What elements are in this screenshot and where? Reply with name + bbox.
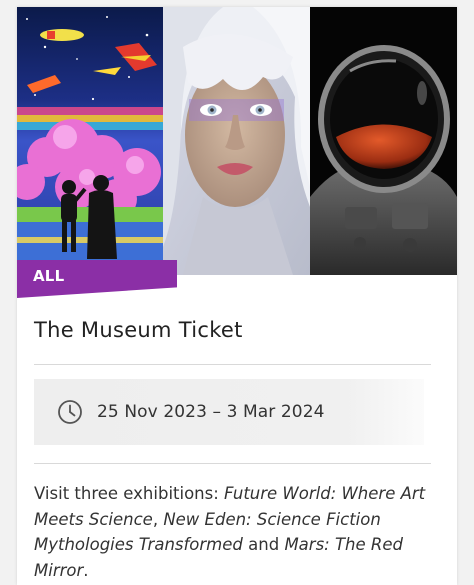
mars-image[interactable] [310,7,457,275]
event-title[interactable]: The Museum Ticket [34,318,243,342]
exhibition-card[interactable]: ALL EXHIBITIONS The Museum Ticket 25 Nov… [17,7,457,585]
date-range-text: 25 Nov 2023 – 3 Mar 2024 [97,402,325,422]
description-text: Visit three exhibitions: [34,484,225,503]
category-badge[interactable]: ALL EXHIBITIONS [17,260,177,298]
event-description: Visit three exhibitions: Future World: W… [34,481,434,583]
divider [34,364,431,365]
clock-icon [58,400,82,424]
description-text: . [83,560,89,580]
future-world-image[interactable] [17,7,163,275]
divider [34,463,431,464]
description-text: , [152,509,164,529]
description-text: and [242,535,285,554]
date-range-box: 25 Nov 2023 – 3 Mar 2024 [34,379,424,445]
hero-image-strip[interactable] [17,7,457,275]
new-eden-image[interactable] [163,7,310,275]
